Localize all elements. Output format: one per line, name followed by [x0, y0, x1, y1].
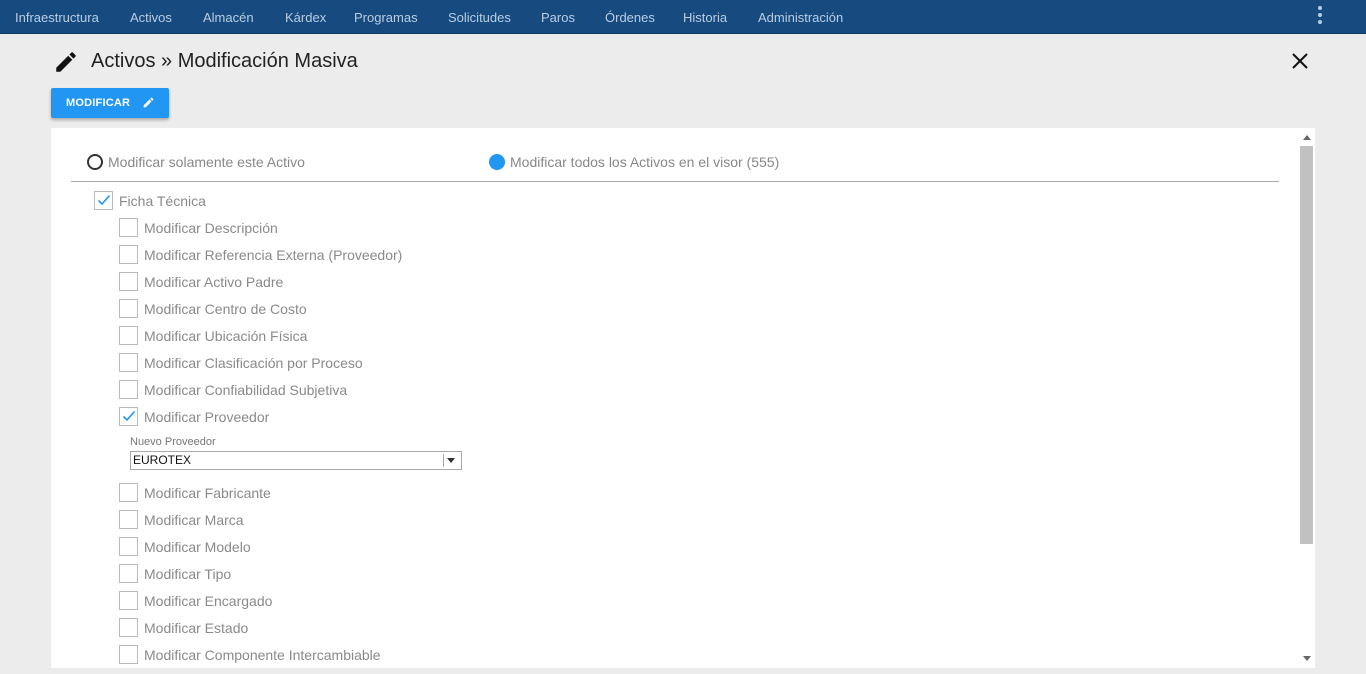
select-separator [443, 454, 444, 467]
checkbox-unchecked-icon [119, 326, 138, 345]
checkbox-label: Modificar Modelo [144, 539, 251, 555]
checkbox-label: Modificar Centro de Costo [144, 301, 307, 317]
checkbox-unchecked-icon [119, 353, 138, 372]
checkbox-unchecked-icon [119, 618, 138, 637]
scrollbar-thumb[interactable] [1300, 146, 1313, 544]
scroll-up-arrow-icon[interactable] [1303, 135, 1311, 140]
checkbox-unchecked-icon [119, 245, 138, 264]
checkbox-checked-icon [119, 407, 138, 426]
checkbox-label: Modificar Fabricante [144, 485, 271, 501]
checkbox-unchecked-icon [119, 483, 138, 502]
caret-down-icon [447, 458, 455, 463]
divider [71, 181, 1279, 182]
radio-unchecked-icon [87, 154, 103, 170]
close-icon[interactable] [1288, 49, 1312, 73]
modification-panel: Modificar solamente este Activo Modifica… [51, 128, 1315, 668]
checkbox-label: Modificar Referencia Externa (Proveedor) [144, 247, 403, 263]
checkbox-label: Modificar Tipo [144, 566, 232, 582]
top-navigation-bar: Infraestructura Activos Almacén Kárdex P… [0, 0, 1366, 34]
radio-checked-icon [489, 154, 505, 170]
nav-item-almacen[interactable]: Almacén [203, 0, 254, 34]
checkbox-label: Modificar Clasificación por Proceso [144, 355, 363, 371]
nav-item-programas[interactable]: Programas [354, 0, 418, 34]
modify-button-label: MODIFICAR [66, 97, 131, 109]
checkbox-label: Modificar Componente Intercambiable [144, 647, 381, 663]
radio-label: Modificar todos los Activos en el visor … [510, 154, 780, 170]
checkbox-label: Modificar Marca [144, 512, 244, 528]
pencil-icon [143, 97, 154, 108]
nav-item-infraestructura[interactable]: Infraestructura [15, 0, 99, 34]
kebab-vertical-icon[interactable] [1312, 5, 1328, 25]
nav-item-administracion[interactable]: Administración [758, 0, 843, 34]
checkbox-checked-icon [94, 191, 113, 210]
nav-item-solicitudes[interactable]: Solicitudes [448, 0, 511, 34]
checkbox-label: Modificar Estado [144, 620, 249, 636]
checkbox-label: Modificar Encargado [144, 593, 273, 609]
select-value: EUROTEX [133, 453, 192, 467]
checkbox-unchecked-icon [119, 564, 138, 583]
nuevo-proveedor-label: Nuevo Proveedor [130, 436, 216, 448]
checkbox-unchecked-icon [119, 218, 138, 237]
modify-button[interactable]: MODIFICAR [51, 88, 169, 118]
nav-item-ordenes[interactable]: Órdenes [605, 0, 655, 34]
nav-item-paros[interactable]: Paros [541, 0, 575, 34]
checkbox-label: Modificar Activo Padre [144, 274, 284, 290]
checkbox-unchecked-icon [119, 645, 138, 664]
checkbox-label: Modificar Ubicación Física [144, 328, 308, 344]
checkbox-label: Modificar Descripción [144, 220, 278, 236]
nav-item-historia[interactable]: Historia [683, 0, 727, 34]
checkbox-unchecked-icon [119, 380, 138, 399]
panel-scrollbar[interactable] [1299, 128, 1315, 668]
checkbox-unchecked-icon [119, 299, 138, 318]
checkbox-unchecked-icon [119, 591, 138, 610]
scroll-down-arrow-icon[interactable] [1303, 656, 1311, 661]
nav-item-kardex[interactable]: Kárdex [285, 0, 326, 34]
checkbox-unchecked-icon [119, 510, 138, 529]
checkbox-unchecked-icon [119, 537, 138, 556]
radio-label: Modificar solamente este Activo [108, 154, 305, 170]
nav-item-activos[interactable]: Activos [130, 0, 172, 34]
checkbox-label: Modificar Confiabilidad Subjetiva [144, 382, 348, 398]
pencil-icon [56, 52, 76, 72]
page-title: Activos » Modificación Masiva [91, 50, 358, 72]
checkbox-label: Ficha Técnica [119, 193, 206, 209]
checkbox-unchecked-icon [119, 272, 138, 291]
checkbox-label: Modificar Proveedor [144, 409, 270, 425]
nuevo-proveedor-select[interactable]: EUROTEX [130, 451, 462, 470]
